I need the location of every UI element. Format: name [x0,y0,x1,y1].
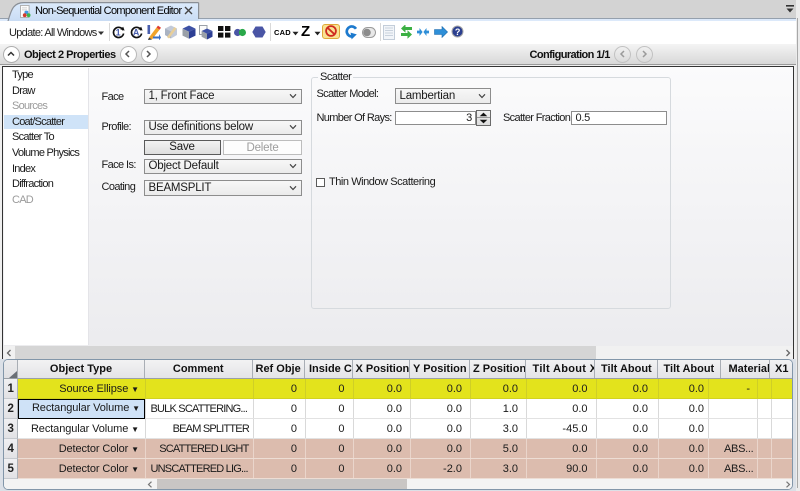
svg-text:A: A [132,27,139,37]
svg-text:1: 1 [116,27,121,37]
svg-text:?: ? [454,27,459,37]
